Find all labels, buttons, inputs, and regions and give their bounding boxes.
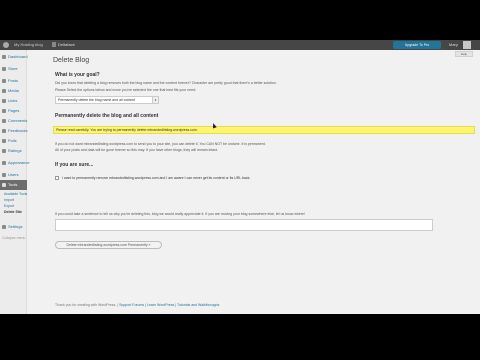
sidebar-item-label: Posts: [8, 78, 19, 83]
collapse-menu[interactable]: Collapse menu: [2, 236, 25, 240]
sidebar-item-dashboard[interactable]: Dashboard: [0, 52, 28, 62]
sidebar-item-label: Store: [8, 66, 18, 71]
user-name[interactable]: Mary: [449, 42, 458, 47]
admin-bar: My Hosting blog Deltaface Upgrade To Pro…: [0, 40, 480, 50]
sidebar-item-label: Settings: [8, 224, 23, 229]
goal-heading: What is your goal?: [55, 72, 100, 78]
sentence-prompt: If you could take a sentence to tell us …: [55, 212, 305, 216]
media-icon: [2, 89, 6, 93]
footer-links[interactable]: Support Forums | Learn WordPress | Tutor…: [119, 303, 219, 307]
chevron-down-icon: ▾: [152, 97, 158, 103]
store-icon: [2, 67, 6, 71]
sidebar-item-settings[interactable]: Settings: [0, 222, 27, 232]
sidebar-item-users[interactable]: Users: [0, 170, 27, 180]
sure-heading: If you are sure...: [55, 162, 94, 168]
sidebar-item-links[interactable]: Links: [0, 96, 27, 106]
dashboard-icon: [2, 55, 6, 59]
site-link[interactable]: My Hosting blog: [14, 42, 43, 47]
submenu-available-tools[interactable]: Available Tools: [4, 192, 27, 196]
users-icon: [2, 173, 6, 177]
sidebar-item-label: Links: [8, 98, 18, 103]
posts-icon: [2, 79, 6, 83]
sidebar-item-store[interactable]: Store: [0, 64, 27, 74]
sidebar-item-label: Ratings: [8, 148, 22, 153]
main-content: Help Delete Blog What is your goal? Did …: [53, 50, 478, 314]
footer: Thank you for creating with WordPress. |…: [55, 303, 219, 307]
info-line-1: If you do not want mbrandedlisting.wordp…: [55, 142, 266, 146]
sidebar-item-polls[interactable]: Polls: [0, 136, 27, 146]
footer-thanks: Thank you for creating with WordPress. |: [55, 303, 120, 307]
help-tab[interactable]: Help: [455, 51, 473, 57]
appearance-icon: [2, 161, 6, 165]
settings-icon: [2, 225, 6, 229]
confirm-checkbox[interactable]: [55, 176, 59, 180]
submenu-delete-site[interactable]: Delete Site: [4, 210, 22, 214]
perm-heading: Permanently delete the blog and all cont…: [55, 113, 159, 119]
warning-message: Please read carefully. You are trying to…: [53, 126, 475, 134]
sidebar-item-label: Dashboard: [8, 54, 28, 59]
sidebar-item-label: Feedbacks: [8, 128, 28, 133]
links-icon: [2, 99, 6, 103]
reason-textarea[interactable]: [55, 219, 433, 231]
comments-icon: [2, 119, 6, 123]
wordpress-logo-icon[interactable]: [3, 42, 9, 48]
site-icon: [52, 42, 56, 47]
sidebar-item-ratings[interactable]: Ratings: [0, 146, 27, 156]
sidebar-item-label: Polls: [8, 138, 17, 143]
sidebar-item-feedbacks[interactable]: Feedbacks: [0, 126, 28, 136]
tools-icon: [2, 183, 6, 187]
pages-icon: [2, 109, 6, 113]
sidebar-item-appearance[interactable]: Appearance: [0, 158, 30, 168]
sidebar-item-pages[interactable]: Pages: [0, 106, 27, 116]
goal-select[interactable]: Permanently delete the blog name and all…: [55, 96, 159, 104]
submenu-import[interactable]: Import: [4, 198, 14, 202]
site-name[interactable]: Deltaface: [58, 42, 75, 47]
confirm-checkbox-label[interactable]: I want to permanently remove mbrandedlis…: [62, 176, 250, 180]
sidebar-item-label: Appearance: [8, 160, 30, 165]
sidebar-item-comments[interactable]: Comments: [0, 116, 27, 126]
page-title: Delete Blog: [53, 57, 90, 64]
browser-frame: My Hosting blog Deltaface Upgrade To Pro…: [0, 40, 480, 314]
goal-text: Did you know that deleting a blog remove…: [55, 81, 277, 85]
sidebar-item-label: Tools: [8, 182, 18, 187]
sidebar-item-label: Pages: [8, 108, 20, 113]
delete-permanently-button[interactable]: Delete mbrandedlisting.wordpress.com Per…: [55, 241, 162, 249]
sidebar-item-label: Media: [8, 88, 19, 93]
submenu-export[interactable]: Export: [4, 204, 14, 208]
sidebar-item-tools[interactable]: Tools: [0, 180, 27, 190]
sidebar-item-media[interactable]: Media: [0, 86, 27, 96]
sidebar-item-label: Users: [8, 172, 19, 177]
info-line-2: All of your posts and data will be gone …: [55, 148, 218, 152]
goal-select-prompt: Please Select the options below and move…: [55, 88, 196, 92]
sidebar-item-posts[interactable]: Posts: [0, 76, 27, 86]
sidebar: Dashboard Store Posts Media Links Pages …: [0, 50, 30, 314]
goal-select-value: Permanently delete the blog name and all…: [58, 98, 136, 102]
ratings-icon: [2, 149, 6, 153]
polls-icon: [2, 139, 6, 143]
upgrade-button[interactable]: Upgrade To Pro: [393, 41, 441, 49]
avatar[interactable]: [463, 41, 471, 49]
sidebar-item-label: Comments: [8, 118, 28, 123]
feedbacks-icon: [2, 129, 6, 133]
